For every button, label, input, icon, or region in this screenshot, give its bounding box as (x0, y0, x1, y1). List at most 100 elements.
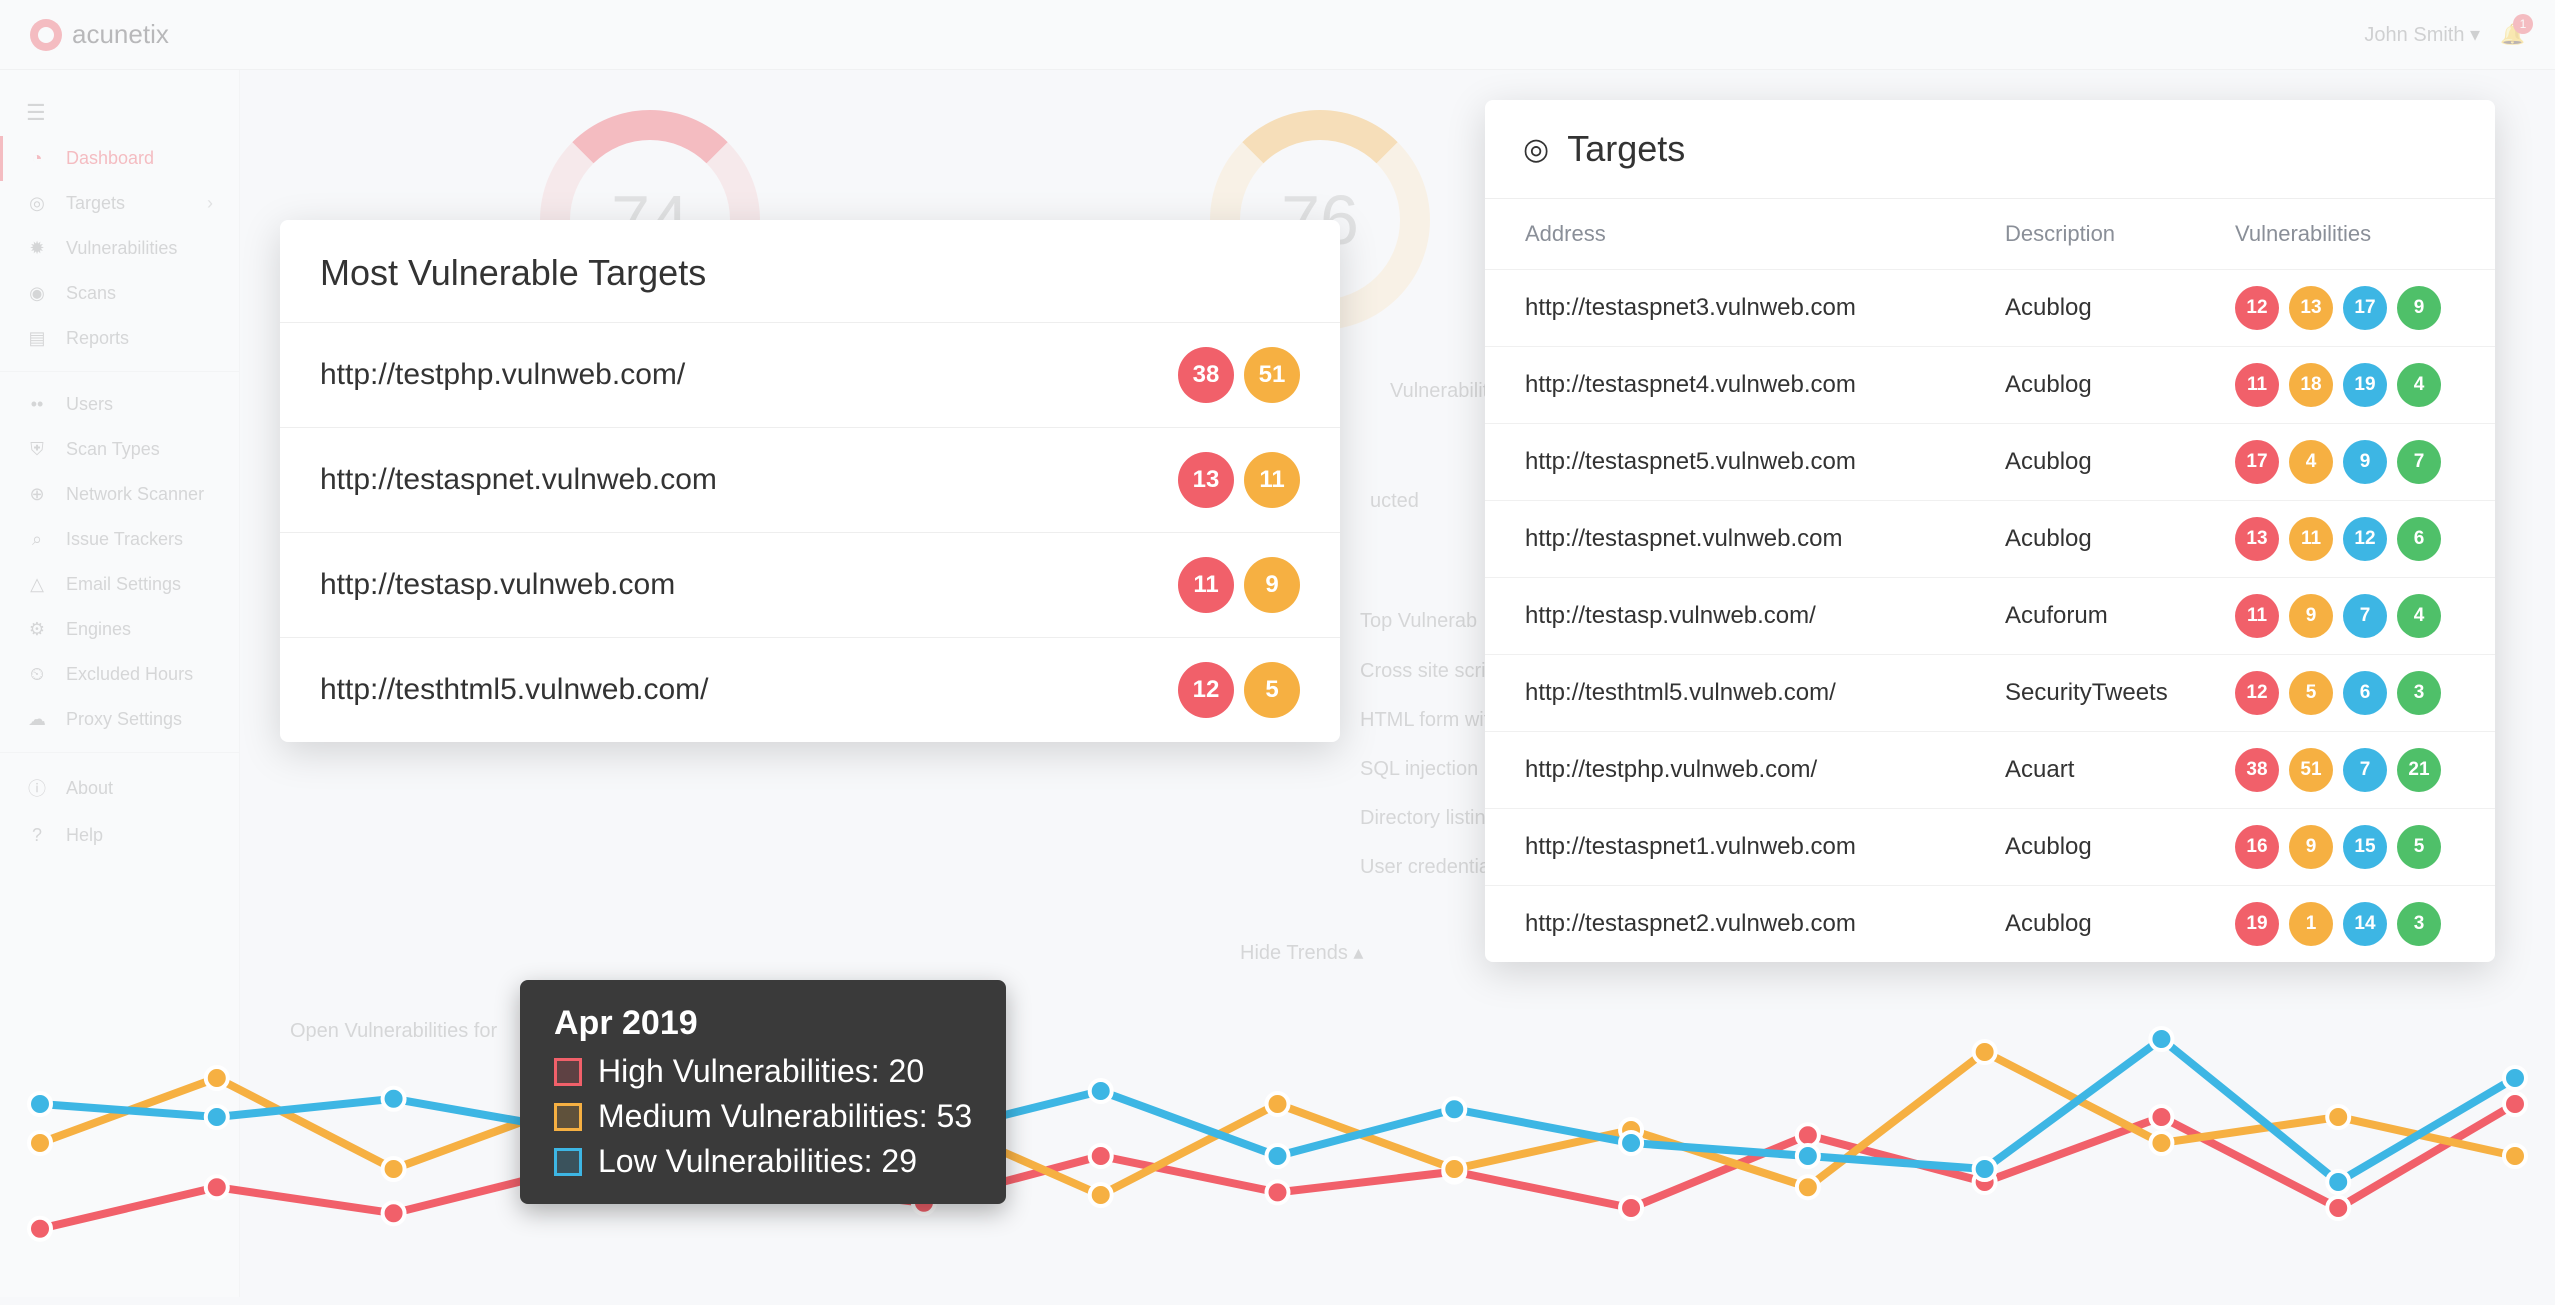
target-address: http://testphp.vulnweb.com/ (1525, 756, 2005, 784)
badge-high: 12 (1178, 662, 1234, 718)
brand-name: acunetix (72, 19, 169, 50)
brand-logo[interactable]: acunetix (30, 19, 169, 51)
target-description: Acuart (2005, 756, 2235, 784)
badge-medium: 18 (2289, 363, 2333, 407)
target-row[interactable]: http://testasp.vulnweb.com/Acuforum11974 (1485, 577, 2495, 654)
sidebar-icon: ? (26, 825, 48, 846)
mvt-title: Most Vulnerable Targets (280, 220, 1340, 322)
badge-high: 16 (2235, 825, 2279, 869)
badge-medium: 11 (1244, 452, 1300, 508)
user-menu[interactable]: John Smith ▾ (2364, 22, 2480, 47)
badge-low: 12 (2343, 517, 2387, 561)
badge-info: 3 (2397, 902, 2441, 946)
target-address: http://testaspnet4.vulnweb.com (1525, 371, 2005, 399)
target-description: Acublog (2005, 448, 2235, 476)
col-address[interactable]: Address (1525, 221, 2005, 247)
sidebar-icon: △ (26, 574, 48, 595)
hide-trends-toggle[interactable]: Hide Trends ▴ (1240, 940, 1363, 965)
target-description: Acublog (2005, 910, 2235, 938)
badge-high: 17 (2235, 440, 2279, 484)
targets-column-headers: Address Description Vulnerabilities (1485, 198, 2495, 269)
sidebar-item-users[interactable]: ••Users (0, 382, 239, 427)
tooltip-title: Apr 2019 (554, 1004, 972, 1043)
sidebar-item-targets[interactable]: ◎Targets› (0, 181, 239, 226)
sidebar-label: Reports (66, 328, 129, 349)
mvt-row[interactable]: http://testphp.vulnweb.com/3851 (280, 322, 1340, 427)
badge-info: 21 (2397, 748, 2441, 792)
badge-high: 11 (2235, 363, 2279, 407)
target-icon: ◎ (1523, 132, 1549, 167)
badge-low: 9 (2343, 440, 2387, 484)
sidebar-item-scans[interactable]: ◉Scans (0, 271, 239, 316)
badge-low: 19 (2343, 363, 2387, 407)
chart-tooltip: Apr 2019 High Vulnerabilities: 20 Medium… (520, 980, 1006, 1204)
target-row[interactable]: http://testaspnet.vulnweb.comAcublog1311… (1485, 500, 2495, 577)
sidebar-icon: ▤ (26, 328, 48, 349)
target-row[interactable]: http://testaspnet4.vulnweb.comAcublog111… (1485, 346, 2495, 423)
target-row[interactable]: http://testphp.vulnweb.com/Acuart3851721 (1485, 731, 2495, 808)
badge-high: 12 (2235, 671, 2279, 715)
sidebar-item-proxy-settings[interactable]: ☁Proxy Settings (0, 697, 239, 742)
mvt-row[interactable]: http://testaspnet.vulnweb.com 1311 (280, 427, 1340, 532)
mvt-address: http://testasp.vulnweb.com (320, 568, 675, 602)
badge-medium: 5 (1244, 662, 1300, 718)
mvt-row[interactable]: http://testhtml5.vulnweb.com/125 (280, 637, 1340, 742)
badge-low: 6 (2343, 671, 2387, 715)
sidebar-label: Engines (66, 619, 131, 640)
sidebar: ☰ ◔Dashboard◎Targets› ✹ Vulnerabilities ◉Sc… (0, 70, 240, 1297)
sidebar-label: Network Scanner (66, 484, 204, 505)
target-address: http://testaspnet2.vulnweb.com (1525, 910, 2005, 938)
sidebar-item-dashboard[interactable]: ◔Dashboard (0, 136, 239, 181)
col-vulnerabilities[interactable]: Vulnerabilities (2235, 221, 2455, 247)
bg-top-vuln: Top Vulnerab (1360, 610, 1477, 633)
target-address: http://testaspnet1.vulnweb.com (1525, 833, 2005, 861)
badge-high: 12 (2235, 286, 2279, 330)
col-description[interactable]: Description (2005, 221, 2235, 247)
badge-info: 9 (2397, 286, 2441, 330)
target-row[interactable]: http://testaspnet2.vulnweb.comAcublog191… (1485, 885, 2495, 962)
sidebar-icon: ✹ (26, 238, 48, 259)
sidebar-item-about[interactable]: ⓘAbout (0, 763, 239, 813)
badge-medium: 1 (2289, 902, 2333, 946)
sidebar-icon: ⌕ (26, 529, 48, 550)
sidebar-label: Proxy Settings (66, 709, 182, 730)
sidebar-item-help[interactable]: ?Help (0, 813, 239, 858)
target-row[interactable]: http://testhtml5.vulnweb.com/SecurityTwe… (1485, 654, 2495, 731)
badge-high: 11 (2235, 594, 2279, 638)
target-description: Acublog (2005, 833, 2235, 861)
badge-medium: 51 (1244, 347, 1300, 403)
target-row[interactable]: http://testaspnet1.vulnweb.comAcublog169… (1485, 808, 2495, 885)
badge-info: 6 (2397, 517, 2441, 561)
target-address: http://testaspnet5.vulnweb.com (1525, 448, 2005, 476)
sidebar-label: Users (66, 394, 113, 415)
badge-medium: 11 (2289, 517, 2333, 561)
sidebar-item-excluded-hours[interactable]: ⏲Excluded Hours (0, 652, 239, 697)
badge-medium: 9 (1244, 557, 1300, 613)
target-row[interactable]: http://testaspnet3.vulnweb.comAcublog121… (1485, 269, 2495, 346)
sidebar-item-vulnerabilities[interactable]: ✹ Vulnerabilities (0, 226, 239, 271)
sidebar-label: Vulnerabilities (66, 238, 177, 259)
badge-low: 14 (2343, 902, 2387, 946)
mvt-address: http://testaspnet.vulnweb.com (320, 463, 717, 497)
sidebar-item-issue-trackers[interactable]: ⌕Issue Trackers (0, 517, 239, 562)
target-description: SecurityTweets (2005, 679, 2235, 707)
sidebar-item-email-settings[interactable]: △Email Settings (0, 562, 239, 607)
sidebar-icon: ⊕ (26, 484, 48, 505)
target-row[interactable]: http://testaspnet5.vulnweb.comAcublog174… (1485, 423, 2495, 500)
notifications-bell-icon[interactable]: 🔔1 (2500, 22, 2525, 47)
badge-medium: 9 (2289, 594, 2333, 638)
mvt-address: http://testhtml5.vulnweb.com/ (320, 673, 709, 707)
badge-high: 11 (1178, 557, 1234, 613)
tooltip-med: Medium Vulnerabilities: 53 (598, 1098, 972, 1135)
mvt-row[interactable]: http://testasp.vulnweb.com 119 (280, 532, 1340, 637)
badge-high: 13 (1178, 452, 1234, 508)
sidebar-item-engines[interactable]: ⚙Engines (0, 607, 239, 652)
sidebar-label: Scans (66, 283, 116, 304)
menu-toggle-icon[interactable]: ☰ (0, 90, 239, 136)
tooltip-low: Low Vulnerabilities: 29 (598, 1143, 917, 1180)
bg-conducted: ucted (1370, 490, 1419, 513)
sidebar-item-scan-types[interactable]: ⛨Scan Types (0, 427, 239, 472)
swatch-high-icon (554, 1058, 582, 1086)
sidebar-item-reports[interactable]: ▤ Reports (0, 316, 239, 361)
sidebar-item-network-scanner[interactable]: ⊕ Network Scanner (0, 472, 239, 517)
